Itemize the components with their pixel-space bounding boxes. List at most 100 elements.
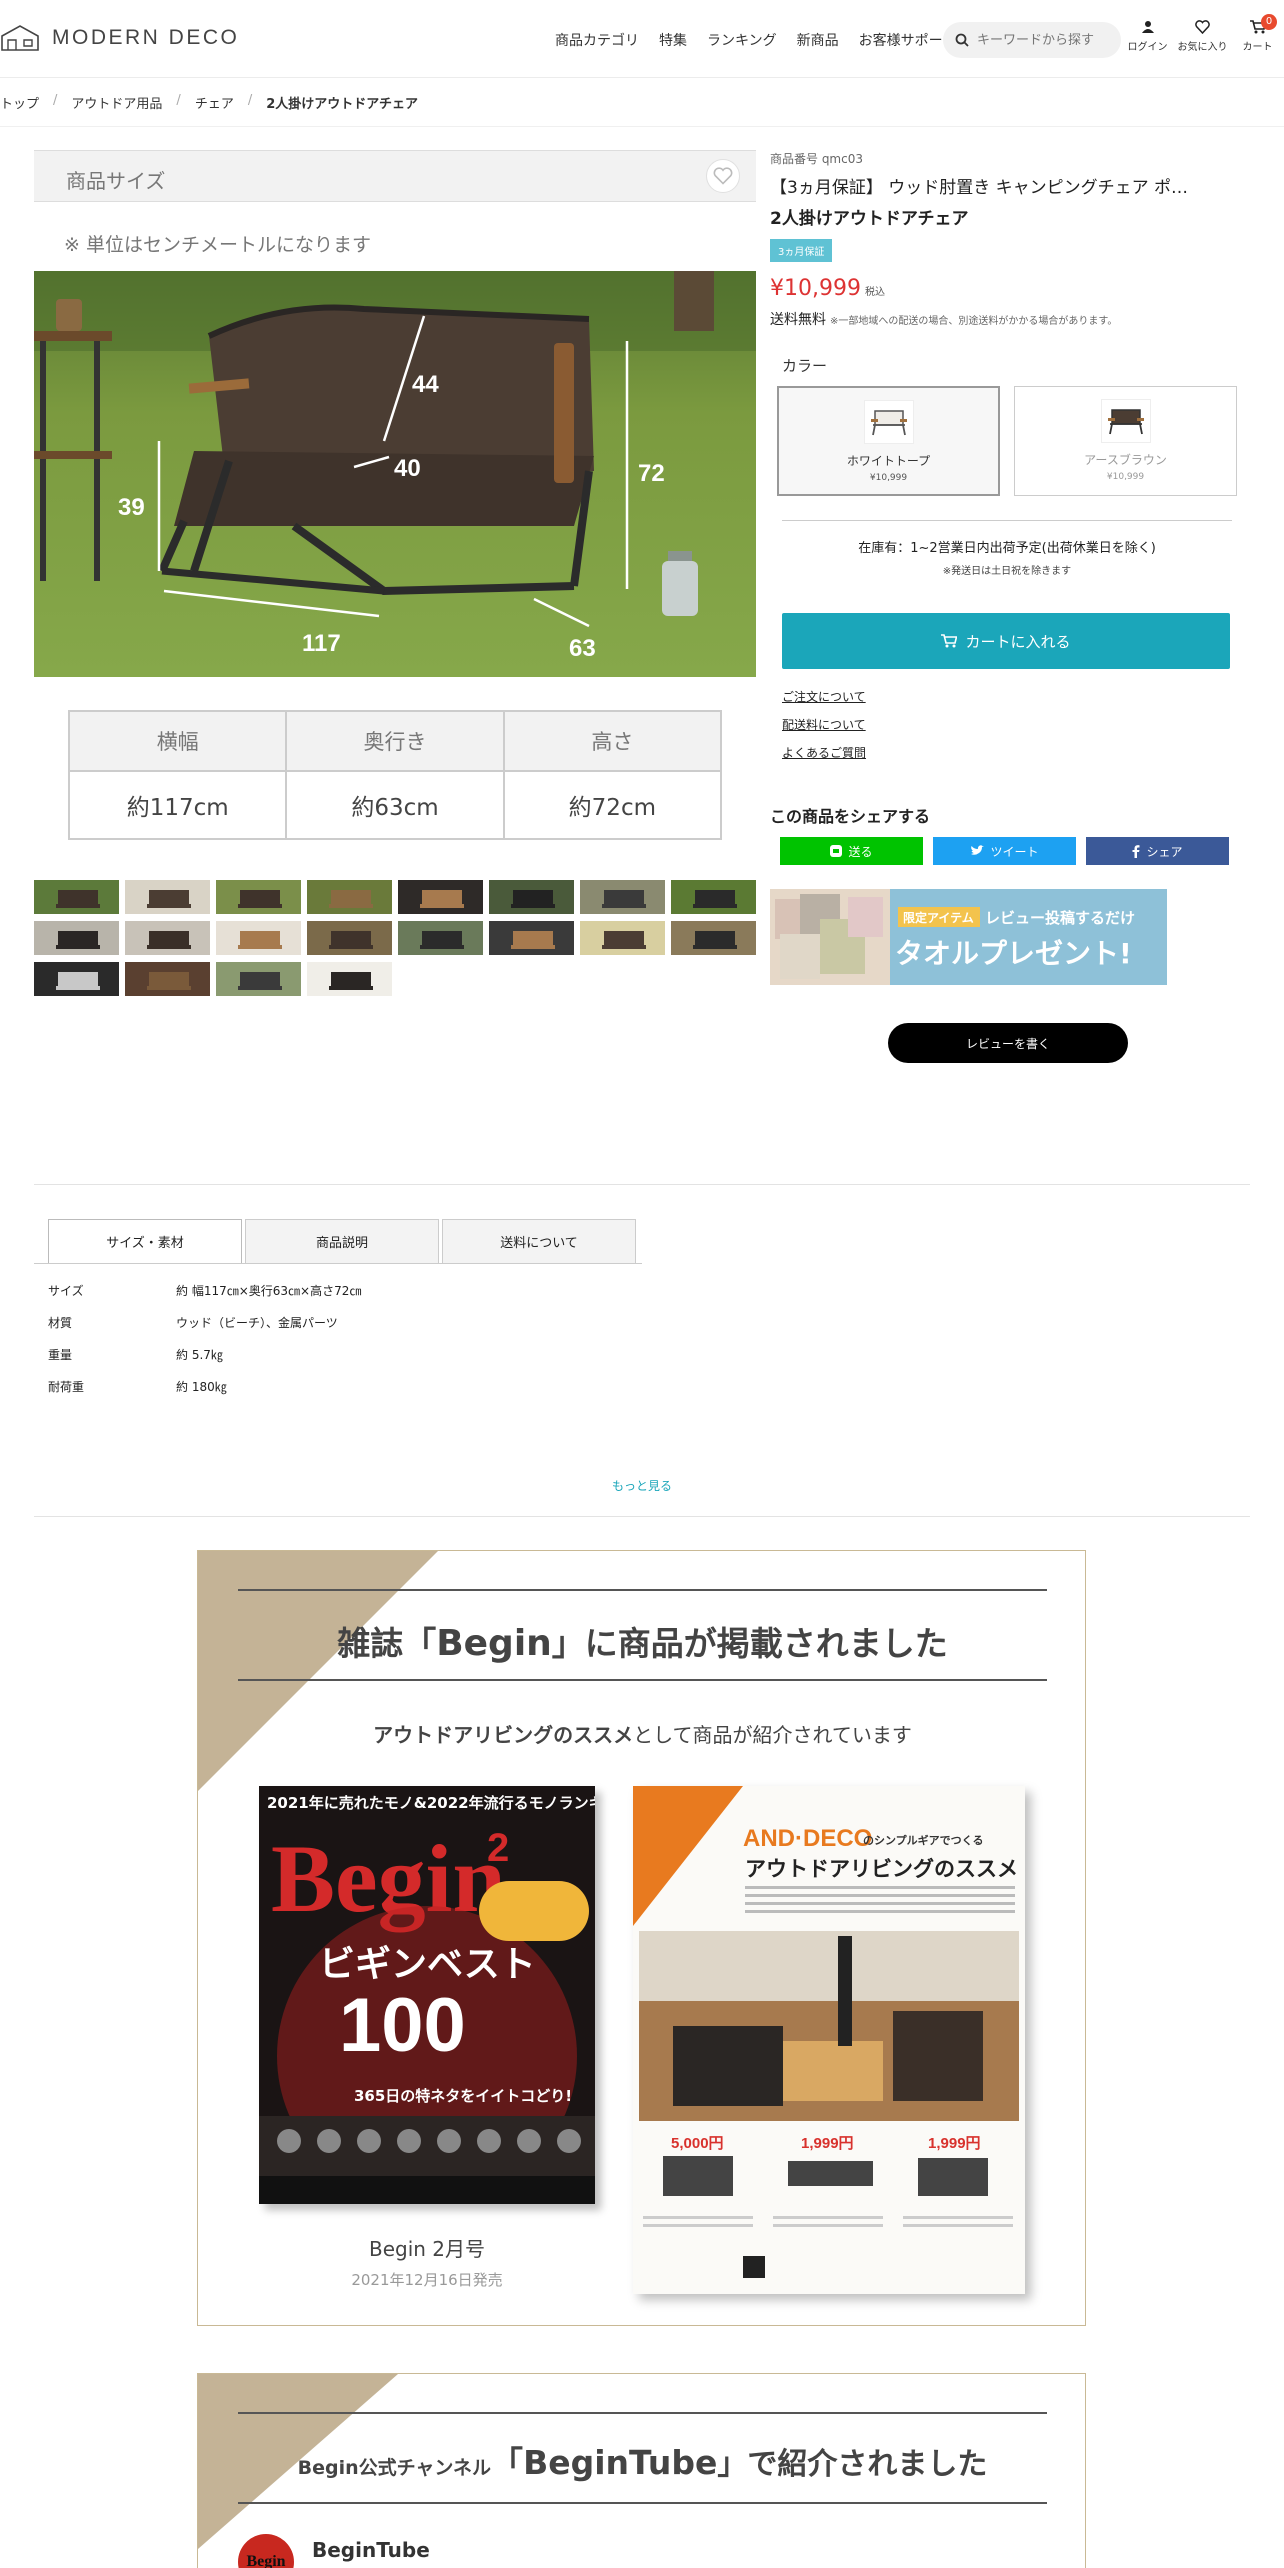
gallery-thumbnail[interactable]: [307, 921, 392, 955]
breadcrumb-top[interactable]: トップ: [0, 93, 39, 112]
product-title: 【3ヵ月保証】 ウッド肘置き キャンピングチェア ポ… 2人掛けアウトドアチェア: [770, 173, 1230, 235]
facebook-icon: [1132, 844, 1140, 858]
nav-ranking[interactable]: ランキング: [707, 30, 777, 50]
logo-text: MODERN DECO: [52, 26, 240, 49]
price: ¥10,999 税込: [770, 276, 1240, 301]
dim-label-117: 117: [302, 630, 341, 657]
spec-key: 材質: [48, 1316, 73, 1330]
line-icon: [830, 845, 843, 857]
color-option-white-taupe[interactable]: ホワイトトープ ¥10,999: [777, 386, 1000, 496]
color-label: カラー: [782, 357, 828, 375]
swatch-image: [1100, 399, 1151, 443]
shipping-fee-link[interactable]: 配送料について: [782, 711, 1240, 739]
review-campaign-banner[interactable]: 限定アイテム レビュー投稿するだけ タオルプレゼント!: [770, 889, 1167, 985]
detail-tabs: サイズ・素材 商品説明 送料について: [48, 1219, 636, 1263]
shipping-info: 送料無料 ※一部地域への配送の場合、別途送料がかかる場合があります。: [770, 309, 1240, 329]
tab-shipping[interactable]: 送料について: [442, 1219, 636, 1263]
gallery-thumbnail[interactable]: [580, 921, 665, 955]
spec-value: 約 5.7㎏: [176, 1348, 223, 1362]
color-price: ¥10,999: [1106, 472, 1145, 482]
twitter-bird-icon: [971, 845, 985, 855]
gallery-thumbnail[interactable]: [216, 921, 301, 955]
gallery-thumbnail[interactable]: [125, 962, 210, 996]
spec-value: 約 幅117㎝×奥行63㎝×高さ72㎝: [176, 1284, 362, 1298]
nav-category[interactable]: 商品カテゴリ: [555, 30, 639, 50]
gallery-thumbnail[interactable]: [125, 880, 210, 914]
login-button[interactable]: ログイン: [1120, 20, 1175, 53]
order-info-link[interactable]: ご注文について: [782, 683, 1240, 711]
gallery-thumbnail[interactable]: [580, 880, 665, 914]
dim-value-width: 約117cm: [67, 770, 288, 840]
gallery-thumbnail[interactable]: [398, 880, 483, 914]
gallery-thumbnail[interactable]: [489, 921, 574, 955]
cart-header-button[interactable]: 0 カート: [1230, 14, 1284, 53]
favorite-toggle[interactable]: [706, 159, 740, 193]
gallery-thumbnail[interactable]: [216, 962, 301, 996]
cover-issue: 2: [487, 1826, 509, 1870]
spec-value: 約 180㎏: [176, 1380, 227, 1394]
corner-accent: [198, 1551, 438, 1791]
spec-row: 耐荷重 約 180㎏: [48, 1378, 361, 1410]
gallery-thumbnail[interactable]: [398, 921, 483, 955]
breadcrumb-chair[interactable]: チェア: [195, 93, 234, 112]
breadcrumb-separator: /: [53, 93, 58, 108]
favorites-button[interactable]: お気に入り: [1175, 20, 1230, 53]
dim-value-height: 約72cm: [502, 770, 723, 840]
write-review-button[interactable]: レビューを書く: [888, 1023, 1128, 1063]
breadcrumb-current: 2人掛けアウトドアチェア: [266, 97, 419, 112]
gallery-thumbnail[interactable]: [125, 921, 210, 955]
tax-label: 税込: [864, 287, 885, 298]
spec-key: 耐荷重: [48, 1380, 85, 1394]
nav-support[interactable]: お客様サポート: [859, 30, 957, 50]
cover-headline: ビギンベスト: [319, 1944, 536, 1985]
nav-feature[interactable]: 特集: [659, 30, 687, 50]
spec-key: サイズ: [48, 1284, 84, 1298]
heart-icon: [1195, 20, 1210, 34]
gallery-thumbnail[interactable]: [34, 880, 119, 914]
gallery-thumbnail[interactable]: [34, 962, 119, 996]
add-to-cart-button[interactable]: カートに入れる: [782, 613, 1230, 669]
gallery-thumbnail[interactable]: [489, 880, 574, 914]
article-headline: アウトドアリビングのススメ: [745, 1857, 1018, 1881]
color-name: ホワイトトープ: [846, 454, 931, 468]
begintube-channel-name[interactable]: BeginTube: [312, 2538, 430, 2562]
magazine-feature-subtitle: アウトドアリビングのススメとして商品が紹介されています: [373, 1723, 912, 1747]
search-icon[interactable]: [955, 33, 969, 47]
article-price-2: 1,999円: [801, 2135, 854, 2152]
faq-link[interactable]: よくあるご質問: [782, 739, 1240, 767]
show-more-link[interactable]: もっと見る: [0, 1477, 1284, 1494]
search-input[interactable]: [977, 32, 1107, 48]
rule-line: [238, 1589, 1047, 1591]
size-heading-bar: 商品サイズ: [34, 150, 756, 202]
breadcrumb-separator: /: [247, 93, 253, 108]
breadcrumb-divider: [0, 126, 1284, 127]
tab-size-material[interactable]: サイズ・素材: [48, 1219, 242, 1263]
magazine-feature-title: 雑誌「Begin」に商品が掲載されました: [337, 1623, 948, 1664]
color-option-earth-brown[interactable]: アースブラウン ¥10,999: [1014, 386, 1237, 496]
begintube-feature-box: Begin公式チャンネル「BeginTube」で紹介されました Begin Be…: [197, 2373, 1086, 2568]
spec-row: 材質 ウッド（ビーチ）、金属パーツ: [48, 1314, 361, 1346]
breadcrumb-outdoor[interactable]: アウトドア用品: [71, 93, 162, 112]
gallery-thumbnail[interactable]: [671, 880, 756, 914]
line-share-button[interactable]: 送る: [780, 837, 923, 865]
facebook-share-label: シェア: [1146, 844, 1183, 859]
begin-magazine-cover: 2021年に売れたモノ&2022年流行るモノランキング Begin 2 ビギンベ…: [259, 1786, 595, 2204]
size-heading: 商品サイズ: [66, 169, 166, 193]
rule-line: [238, 1679, 1047, 1681]
dim-label-39: 39: [118, 494, 145, 521]
twitter-share-button[interactable]: ツイート: [933, 837, 1076, 865]
color-options: ホワイトトープ ¥10,999 アースブラウン ¥10,999: [777, 386, 1240, 496]
section-divider: [34, 1184, 1250, 1185]
gallery-thumbnail[interactable]: [216, 880, 301, 914]
article-brand-sub: のシンプルギアでつくる: [863, 1833, 983, 1847]
nav-new[interactable]: 新商品: [797, 30, 839, 50]
facebook-share-button[interactable]: シェア: [1086, 837, 1229, 865]
tab-description[interactable]: 商品説明: [245, 1219, 439, 1263]
gallery-thumbnail[interactable]: [34, 921, 119, 955]
color-name: アースブラウン: [1084, 453, 1167, 467]
gallery-thumbnail[interactable]: [671, 921, 756, 955]
gallery-thumbnail[interactable]: [307, 962, 392, 996]
site-logo[interactable]: MODERN DECO: [0, 24, 239, 52]
heart-outline-icon: [713, 167, 733, 185]
gallery-thumbnail[interactable]: [307, 880, 392, 914]
